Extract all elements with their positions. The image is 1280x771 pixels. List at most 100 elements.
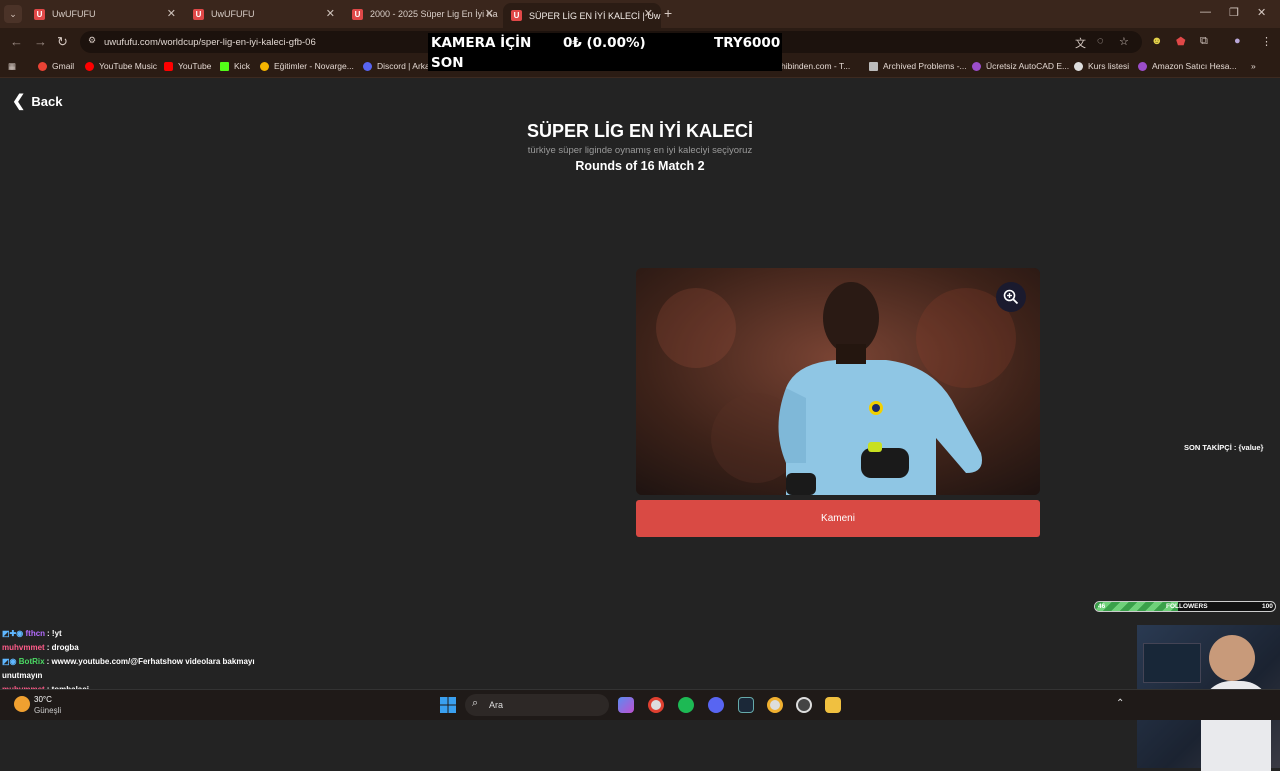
bookmark-discord[interactable]: Discord | Arka bbox=[363, 61, 430, 71]
uwufufu-favicon-icon: U bbox=[193, 8, 204, 20]
tab-close-icon[interactable]: ✕ bbox=[326, 7, 335, 20]
weather-temperature: 30°C bbox=[34, 695, 52, 704]
tab-title: SÜPER LİG EN İYİ KALECİ | UwU bbox=[529, 10, 661, 21]
webcam-streamer bbox=[1209, 635, 1255, 681]
youtube-icon bbox=[164, 61, 173, 71]
restore-icon[interactable]: ❐ bbox=[1229, 6, 1239, 19]
novarge-icon bbox=[260, 61, 269, 71]
translate-icon[interactable]: 文 bbox=[1075, 35, 1086, 51]
choose-candidate-button[interactable]: Kameni bbox=[636, 500, 1040, 537]
windows-start-icon[interactable] bbox=[440, 697, 456, 713]
goal-amount: 0₺ (0.00%) bbox=[563, 35, 646, 51]
extension-shield-icon[interactable]: ⬟ bbox=[1176, 35, 1186, 48]
bookmark-autocad[interactable]: Ücretsiz AutoCAD E... bbox=[972, 61, 1069, 71]
goalkeeper-image bbox=[636, 268, 1040, 495]
uwufufu-favicon-icon: U bbox=[511, 10, 522, 21]
profile-avatar-icon[interactable]: ● bbox=[1234, 35, 1241, 47]
followers-goal: 100 bbox=[1262, 603, 1273, 610]
chat-message: ◩✚◉ fthcn: !yt bbox=[2, 629, 62, 638]
obs-icon[interactable] bbox=[796, 697, 812, 713]
bookmark-gmail[interactable]: Gmail bbox=[38, 61, 74, 71]
new-tab-button[interactable]: + bbox=[664, 5, 672, 21]
tab-close-icon[interactable]: ✕ bbox=[167, 7, 176, 20]
bookmark-sahibinden[interactable]: sahibinden.com - T... bbox=[772, 61, 850, 71]
archive-icon bbox=[869, 61, 878, 71]
bookmark-youtube[interactable]: YouTube bbox=[164, 61, 211, 71]
chat-badges-icon: ◩✚◉ bbox=[2, 629, 24, 638]
webcam-monitor bbox=[1143, 643, 1201, 683]
chrome-icon[interactable] bbox=[648, 697, 664, 713]
round-indicator: Rounds of 16 Match 2 bbox=[575, 159, 705, 173]
weather-sun-icon[interactable] bbox=[14, 696, 30, 712]
spotify-icon[interactable] bbox=[678, 697, 694, 713]
tab-search-chevron-icon[interactable]: ⌄ bbox=[4, 5, 22, 23]
eye-off-icon[interactable]: ◌ bbox=[1097, 35, 1104, 47]
back-arrow-icon[interactable]: ← bbox=[10, 34, 23, 49]
youtube-music-icon bbox=[85, 61, 94, 71]
bookmark-archived-problems[interactable]: Archived Problems -... bbox=[869, 61, 967, 71]
back-button[interactable]: ❮ Back bbox=[12, 91, 62, 111]
bookmark-youtube-music[interactable]: YouTube Music bbox=[85, 61, 157, 71]
file-explorer-icon[interactable] bbox=[825, 697, 841, 713]
tab-title: UwUFUFU bbox=[211, 9, 255, 19]
chat-message: ◩◉ BotRix: wwww.youtube.com/@Ferhatshow … bbox=[2, 657, 255, 666]
udemy-icon bbox=[972, 61, 981, 71]
chevron-left-icon: ❮ bbox=[12, 93, 26, 110]
taskbar-search-label: Ara bbox=[489, 700, 504, 710]
taskbar: 30°C Güneşli ⌕ Ara ⌃ bbox=[0, 689, 1280, 720]
browser-tab-active[interactable]: U SÜPER LİG EN İYİ KALECİ | UwU ✕ bbox=[503, 3, 661, 28]
bookmark-star-icon[interactable]: ☆ bbox=[1119, 35, 1129, 48]
kebab-menu-icon[interactable]: ⋮ bbox=[1261, 35, 1272, 48]
copilot-icon[interactable] bbox=[618, 697, 634, 713]
browser-tab-2[interactable]: U UwUFUFU ✕ bbox=[185, 3, 343, 25]
zoom-in-icon bbox=[1003, 289, 1019, 305]
zoom-image-button[interactable] bbox=[996, 282, 1026, 312]
minimize-icon[interactable]: — bbox=[1200, 6, 1211, 18]
close-window-icon[interactable]: ✕ bbox=[1257, 6, 1266, 19]
tab-close-icon[interactable]: ✕ bbox=[644, 7, 653, 20]
page-subtitle: türkiye süper liginde oynamış en iyi kal… bbox=[527, 145, 753, 156]
browser-tab-3[interactable]: U 2000 - 2025 Süper Lig En İyi Ka ✕ bbox=[344, 3, 502, 25]
chrome-active-icon[interactable] bbox=[767, 697, 783, 713]
extensions-puzzle-icon[interactable]: ⧉ bbox=[1200, 35, 1208, 48]
tournament-page: ❮ Back SÜPER LİG EN İYİ KALECİ türkiye s… bbox=[0, 79, 1280, 771]
followers-current: 46 bbox=[1098, 603, 1106, 610]
steam-icon[interactable] bbox=[738, 697, 754, 713]
candidate-photo[interactable] bbox=[636, 268, 1040, 495]
more-bookmarks-icon[interactable]: » bbox=[1251, 61, 1256, 71]
uwufufu-favicon-icon: U bbox=[34, 8, 45, 20]
followers-label: FOLLOWERS bbox=[1166, 603, 1208, 610]
tab-title: 2000 - 2025 Süper Lig En İyi Ka bbox=[370, 9, 498, 19]
bookmark-kick[interactable]: Kick bbox=[220, 61, 250, 71]
browser-tab-1[interactable]: U UwUFUFU ✕ bbox=[26, 3, 184, 25]
page-title: SÜPER LİG EN İYİ KALECİ bbox=[526, 121, 754, 141]
tray-chevron-up-icon[interactable]: ⌃ bbox=[1116, 698, 1124, 709]
weather-condition: Güneşli bbox=[34, 706, 62, 715]
chat-message: muhvmmet: drogba bbox=[2, 643, 79, 652]
bookmark-egitimler[interactable]: Eğitimler - Novarge... bbox=[260, 61, 354, 71]
donation-goal-overlay: KAMERA İÇİN SON 0₺ (0.00%) TRY6000 bbox=[428, 33, 782, 71]
bookmark-kurs-listesi[interactable]: Kurs listesi bbox=[1074, 61, 1129, 71]
discord-icon bbox=[363, 61, 372, 71]
kick-icon bbox=[220, 61, 229, 71]
taskbar-search-box[interactable] bbox=[465, 694, 609, 716]
last-follower-label: SON TAKİPÇİ : {value} bbox=[1184, 443, 1264, 452]
chat-badges-icon: ◩◉ bbox=[2, 657, 17, 666]
url-text: uwufufu.com/worldcup/sper-lig-en-iyi-kal… bbox=[104, 37, 316, 48]
discord-icon[interactable] bbox=[708, 697, 724, 713]
chat-message-continued: unutmayın bbox=[2, 671, 43, 680]
goal-label-2: SON bbox=[431, 55, 464, 71]
forward-arrow-icon[interactable]: → bbox=[34, 34, 47, 49]
search-icon: ⌕ bbox=[472, 697, 479, 709]
tab-title: UwUFUFU bbox=[52, 9, 96, 19]
udemy-icon bbox=[1138, 61, 1147, 71]
google-icon bbox=[1074, 61, 1083, 71]
goal-label: KAMERA İÇİN bbox=[431, 35, 532, 51]
extension-smile-icon[interactable]: ☻ bbox=[1151, 35, 1163, 47]
tab-close-icon[interactable]: ✕ bbox=[485, 7, 494, 20]
apps-grid-icon[interactable]: ▦ bbox=[8, 61, 16, 72]
site-info-icon[interactable]: ⚙ bbox=[88, 35, 96, 46]
tab-strip: ⌄ U UwUFUFU ✕ U UwUFUFU ✕ U 2000 - 2025 … bbox=[0, 0, 1280, 28]
bookmark-amazon[interactable]: Amazon Satıcı Hesa... bbox=[1138, 61, 1237, 71]
reload-icon[interactable]: ↻ bbox=[57, 34, 68, 50]
